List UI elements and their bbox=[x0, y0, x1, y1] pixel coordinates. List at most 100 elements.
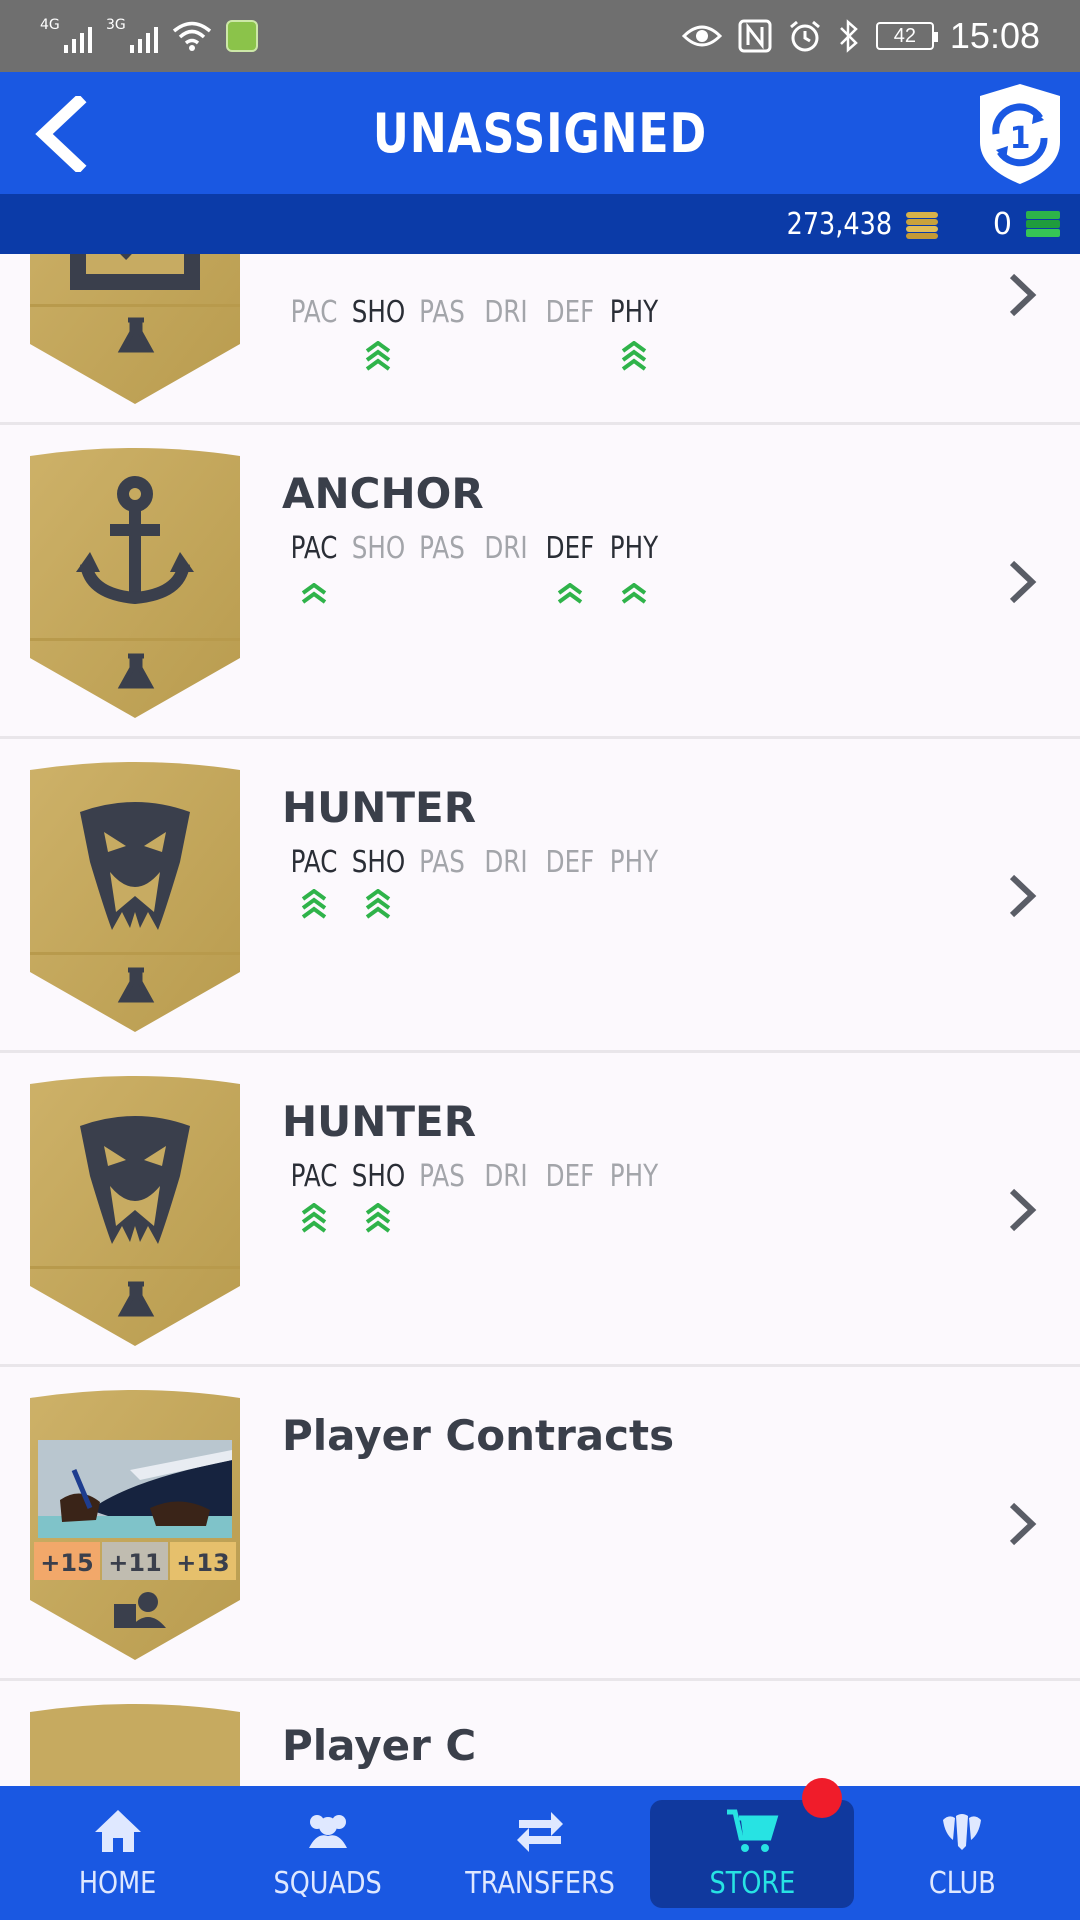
stat-pas: PAS bbox=[419, 295, 465, 330]
stat-sho: SHO bbox=[351, 531, 406, 566]
nav-squads[interactable]: SQUADS bbox=[228, 1786, 428, 1920]
list-item[interactable]: PAC SHO PAS DRI DEF PHY bbox=[0, 254, 1080, 425]
app-header: UNASSIGNED 1 bbox=[0, 72, 1080, 194]
points-amount: 0 bbox=[992, 206, 1012, 242]
stat-phy: PHY bbox=[609, 845, 659, 880]
club-icon bbox=[943, 1814, 981, 1850]
status-bar: 4G 3G 42 15:08 bbox=[0, 0, 1080, 72]
wifi-icon bbox=[172, 21, 212, 51]
clock: 15:08 bbox=[949, 15, 1040, 56]
stat-def: DEF bbox=[545, 1159, 595, 1194]
store-notification-badge bbox=[802, 1778, 842, 1818]
objectives-badge-icon[interactable]: 1 bbox=[978, 82, 1062, 186]
consumables-list: PAC SHO PAS DRI DEF PHY ANCHOR PAC SHO P… bbox=[0, 254, 1080, 1786]
nav-club-label: CLUB bbox=[928, 1866, 996, 1901]
list-item[interactable]: +15 +11 +13 Player Contracts bbox=[0, 1369, 1080, 1681]
stat-dri: DRI bbox=[484, 531, 528, 566]
chemistry-card bbox=[30, 1076, 240, 1346]
stat-labels: PAC SHO PAS DRI DEF PHY bbox=[282, 845, 666, 880]
nav-club[interactable]: CLUB bbox=[862, 1786, 1062, 1920]
stat-dri: DRI bbox=[484, 1159, 528, 1194]
stat-pas: PAS bbox=[419, 845, 465, 880]
list-item[interactable]: Player C bbox=[0, 1683, 1080, 1786]
coins-icon bbox=[906, 212, 938, 239]
stat-sho: SHO bbox=[351, 295, 406, 330]
triple-chevron-up-icon bbox=[621, 341, 647, 371]
nav-home-label: HOME bbox=[79, 1866, 157, 1901]
page-title: UNASSIGNED bbox=[372, 101, 708, 165]
stat-def: DEF bbox=[545, 845, 595, 880]
bottom-nav: HOME SQUADS TRANSFERS STORE CLUB bbox=[0, 1786, 1080, 1920]
stat-boosts bbox=[282, 583, 666, 623]
objective-count: 1 bbox=[1010, 121, 1031, 156]
chevron-right-icon[interactable] bbox=[1006, 270, 1040, 320]
stat-boosts bbox=[282, 889, 410, 929]
triple-chevron-up-icon bbox=[365, 889, 391, 919]
triple-chevron-up-icon bbox=[301, 1203, 327, 1233]
stat-boosts bbox=[282, 1203, 410, 1243]
nav-squads-label: SQUADS bbox=[273, 1866, 383, 1901]
triple-chevron-up-icon bbox=[365, 1203, 391, 1233]
points-balance: 0 bbox=[993, 194, 1062, 254]
nav-transfers-label: TRANSFERS bbox=[465, 1866, 615, 1901]
stat-phy: PHY bbox=[609, 295, 659, 330]
contract-value-bronze: +13 bbox=[176, 1549, 230, 1577]
currency-bar: 273,438 0 bbox=[0, 194, 1080, 254]
partial-card bbox=[30, 1704, 240, 1786]
coins-balance: 273,438 bbox=[768, 194, 940, 254]
stat-dri: DRI bbox=[484, 845, 528, 880]
home-icon bbox=[95, 1810, 141, 1852]
stat-pac: PAC bbox=[290, 295, 338, 330]
squads-icon bbox=[309, 1815, 347, 1848]
bluetooth-icon bbox=[840, 19, 858, 53]
list-item[interactable]: HUNTER PAC SHO PAS DRI DEF PHY bbox=[0, 1055, 1080, 1367]
transfers-icon bbox=[517, 1812, 563, 1852]
fifa-points-icon bbox=[1026, 211, 1060, 237]
list-item[interactable]: ANCHOR PAC SHO PAS DRI DEF PHY bbox=[0, 427, 1080, 739]
app-notification-icon bbox=[226, 20, 258, 52]
double-chevron-up-icon bbox=[621, 583, 647, 604]
double-chevron-up-icon bbox=[557, 583, 583, 604]
contract-value-silver: +11 bbox=[108, 1549, 162, 1577]
contract-card: +15 +11 +13 bbox=[30, 1390, 240, 1660]
stat-labels: PAC SHO PAS DRI DEF PHY bbox=[282, 531, 666, 566]
triple-chevron-up-icon bbox=[365, 341, 391, 371]
chevron-right-icon[interactable] bbox=[1006, 871, 1040, 921]
nav-home[interactable]: HOME bbox=[18, 1786, 218, 1920]
contract-signing-image bbox=[38, 1440, 232, 1538]
nfc-icon bbox=[738, 19, 772, 53]
signal-3g-icon: 3G bbox=[106, 17, 158, 53]
eye-icon bbox=[681, 25, 722, 47]
chemistry-card bbox=[30, 762, 240, 1032]
stat-def: DEF bbox=[545, 295, 595, 330]
stat-boosts bbox=[282, 341, 666, 381]
back-button[interactable] bbox=[30, 96, 100, 172]
stat-pas: PAS bbox=[419, 531, 465, 566]
nav-store-label: STORE bbox=[709, 1866, 795, 1901]
chemistry-card bbox=[30, 254, 240, 404]
item-name: HUNTER bbox=[282, 1097, 477, 1146]
stat-pas: PAS bbox=[419, 1159, 465, 1194]
chevron-right-icon[interactable] bbox=[1006, 1185, 1040, 1235]
stat-phy: PHY bbox=[609, 1159, 659, 1194]
chevron-right-icon[interactable] bbox=[1006, 557, 1040, 607]
battery-level: 42 bbox=[893, 24, 917, 47]
double-chevron-up-icon bbox=[301, 583, 327, 604]
nav-transfers[interactable]: TRANSFERS bbox=[440, 1786, 640, 1920]
stat-phy: PHY bbox=[609, 531, 659, 566]
item-name: HUNTER bbox=[282, 783, 477, 832]
item-name: Player Contracts bbox=[282, 1411, 675, 1460]
stat-pac: PAC bbox=[290, 845, 338, 880]
contract-value-gold: +15 bbox=[40, 1549, 94, 1577]
stat-sho: SHO bbox=[351, 1159, 406, 1194]
cart-icon bbox=[727, 1809, 779, 1852]
alarm-icon bbox=[789, 20, 820, 52]
chevron-right-icon[interactable] bbox=[1006, 1499, 1040, 1549]
coins-amount: 273,438 bbox=[786, 206, 892, 242]
checklist-icon bbox=[70, 254, 200, 290]
triple-chevron-up-icon bbox=[301, 889, 327, 919]
list-item[interactable]: HUNTER PAC SHO PAS DRI DEF PHY bbox=[0, 741, 1080, 1053]
stat-labels: PAC SHO PAS DRI DEF PHY bbox=[282, 1159, 666, 1194]
stat-dri: DRI bbox=[484, 295, 528, 330]
chemistry-card bbox=[30, 448, 240, 718]
